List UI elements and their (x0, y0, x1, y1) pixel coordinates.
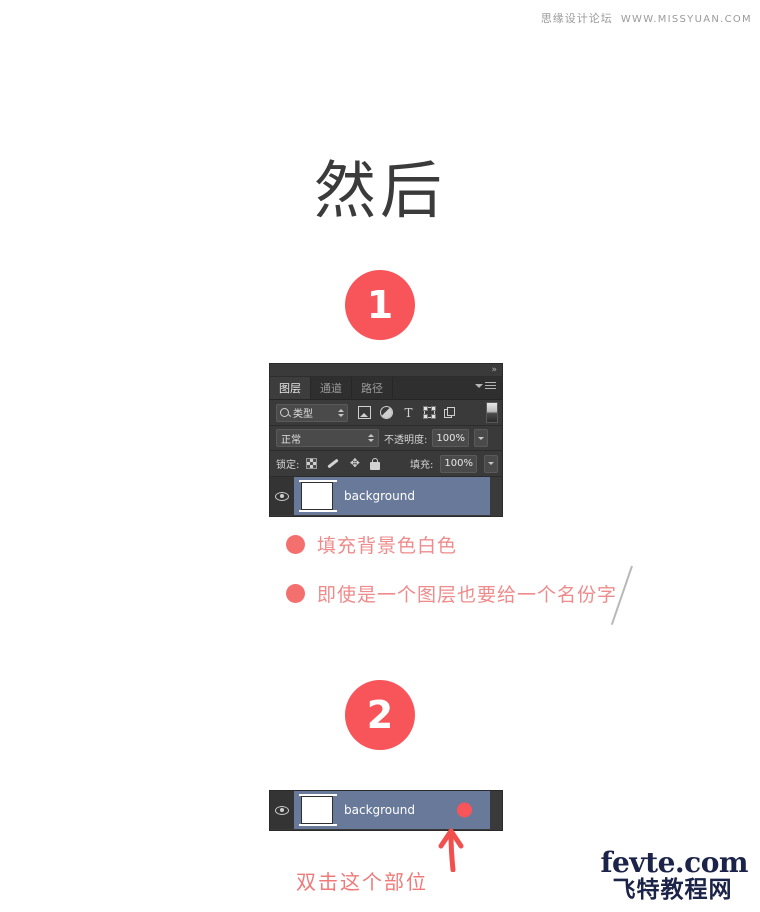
watermark-url: WWW.MISSYUAN.COM (620, 14, 752, 25)
layer-visibility-toggle[interactable] (270, 477, 294, 515)
lock-all-icon[interactable] (370, 457, 381, 470)
layer-filter-row: 类型 T (270, 400, 502, 426)
opacity-dropdown-icon[interactable] (473, 429, 488, 447)
tab-paths-label: 路径 (361, 382, 383, 395)
kind-stepper-icon[interactable] (338, 408, 344, 417)
panel-titlebar: » (270, 364, 502, 377)
opacity-value[interactable]: 100% (432, 429, 469, 447)
bullet-dot-icon (286, 535, 305, 554)
photoshop-layers-panel: » 图层 通道 路径 类型 T 正常 不透明度: 100% 锁定: ✥ 填充: … (269, 363, 503, 517)
tab-layers[interactable]: 图层 (270, 377, 311, 399)
annotation-fill-background: 填充背景色白色 (286, 531, 457, 558)
lock-image-pixels-brush-icon[interactable] (326, 457, 339, 470)
photoshop-layer-row-panel-2: background (269, 790, 503, 831)
pointer-arrow-icon (438, 828, 464, 872)
annotation-name-layer-text: 即使是一个图层也要给一个名份字 (317, 584, 618, 606)
site-logo: fevte.com 飞特教程网 (600, 846, 749, 903)
annotation-fill-background-text: 填充背景色白色 (317, 535, 458, 557)
layer-list: background (270, 477, 502, 516)
target-dot-marker (457, 802, 472, 818)
step-badge-1: 1 (345, 270, 415, 340)
lock-transparent-pixels-icon[interactable] (306, 458, 318, 469)
collapse-panel-icon[interactable]: » (491, 366, 497, 375)
lock-icon-group: ✥ (306, 457, 381, 470)
lock-position-move-icon[interactable]: ✥ (348, 457, 361, 470)
eye-icon (275, 805, 289, 815)
chevron-down-icon (475, 383, 483, 388)
tab-channels-label: 通道 (320, 382, 342, 395)
watermark-forum-name: 思缘设计论坛 (540, 12, 613, 25)
site-logo-name: 飞特教程网 (612, 877, 733, 903)
layer-name-label[interactable]: background (344, 803, 415, 817)
layer-row[interactable]: background (270, 477, 502, 515)
blend-mode-select[interactable]: 正常 (276, 429, 379, 447)
smart-object-filter-icon[interactable] (444, 406, 456, 419)
step-badge-1-number: 1 (366, 283, 394, 327)
eye-icon (275, 491, 289, 501)
opacity-label: 不透明度: (384, 434, 428, 446)
blend-stepper-icon[interactable] (368, 434, 374, 442)
blend-mode-row: 正常 不透明度: 100% (270, 426, 502, 451)
filter-kind-select[interactable]: 类型 (276, 403, 348, 422)
shape-filter-icon[interactable] (423, 406, 436, 419)
step-badge-2: 2 (345, 680, 415, 750)
site-watermark: 思缘设计论坛 WWW.MISSYUAN.COM (541, 10, 752, 26)
tab-layers-label: 图层 (279, 382, 301, 395)
layer-thumbnail[interactable] (299, 794, 337, 826)
layer-row-selected-area[interactable]: background (294, 791, 490, 829)
type-filter-icon[interactable]: T (402, 406, 415, 420)
annotation-double-click: 双击这个部位 (296, 870, 428, 894)
layer-visibility-toggle[interactable] (270, 791, 294, 829)
adjustment-filter-icon[interactable] (380, 406, 393, 419)
tab-paths[interactable]: 路径 (352, 377, 393, 399)
panel-menu-button[interactable] (475, 382, 496, 389)
fill-dropdown-icon[interactable] (484, 454, 498, 473)
layer-list-2: background (270, 791, 502, 830)
hamburger-icon (485, 382, 496, 389)
layer-thumbnail[interactable] (299, 480, 337, 512)
filter-toggle-switch[interactable] (486, 402, 498, 423)
site-logo-domain: fevte.com (600, 846, 749, 879)
lock-row: 锁定: ✥ 填充: 100% (270, 451, 502, 477)
search-icon (280, 408, 289, 417)
bullet-dot-icon (286, 584, 305, 603)
tab-channels[interactable]: 通道 (311, 377, 352, 399)
layer-name-label[interactable]: background (344, 489, 415, 503)
blend-mode-value: 正常 (281, 434, 301, 446)
pixel-filter-icon[interactable] (358, 406, 371, 419)
layer-row-selected-area[interactable]: background (294, 477, 490, 515)
table-row[interactable]: background (270, 791, 502, 829)
step-badge-2-number: 2 (366, 693, 394, 737)
annotation-name-layer: 即使是一个图层也要给一个名份字 (286, 580, 617, 607)
filter-icon-group: T (358, 406, 456, 420)
filter-kind-label: 类型 (293, 409, 313, 420)
lock-label: 锁定: (276, 460, 300, 471)
fill-value[interactable]: 100% (440, 454, 477, 473)
page-title: 然后 (313, 154, 446, 227)
fill-label: 填充: (410, 460, 434, 471)
panel-tab-bar: 图层 通道 路径 (270, 377, 502, 400)
